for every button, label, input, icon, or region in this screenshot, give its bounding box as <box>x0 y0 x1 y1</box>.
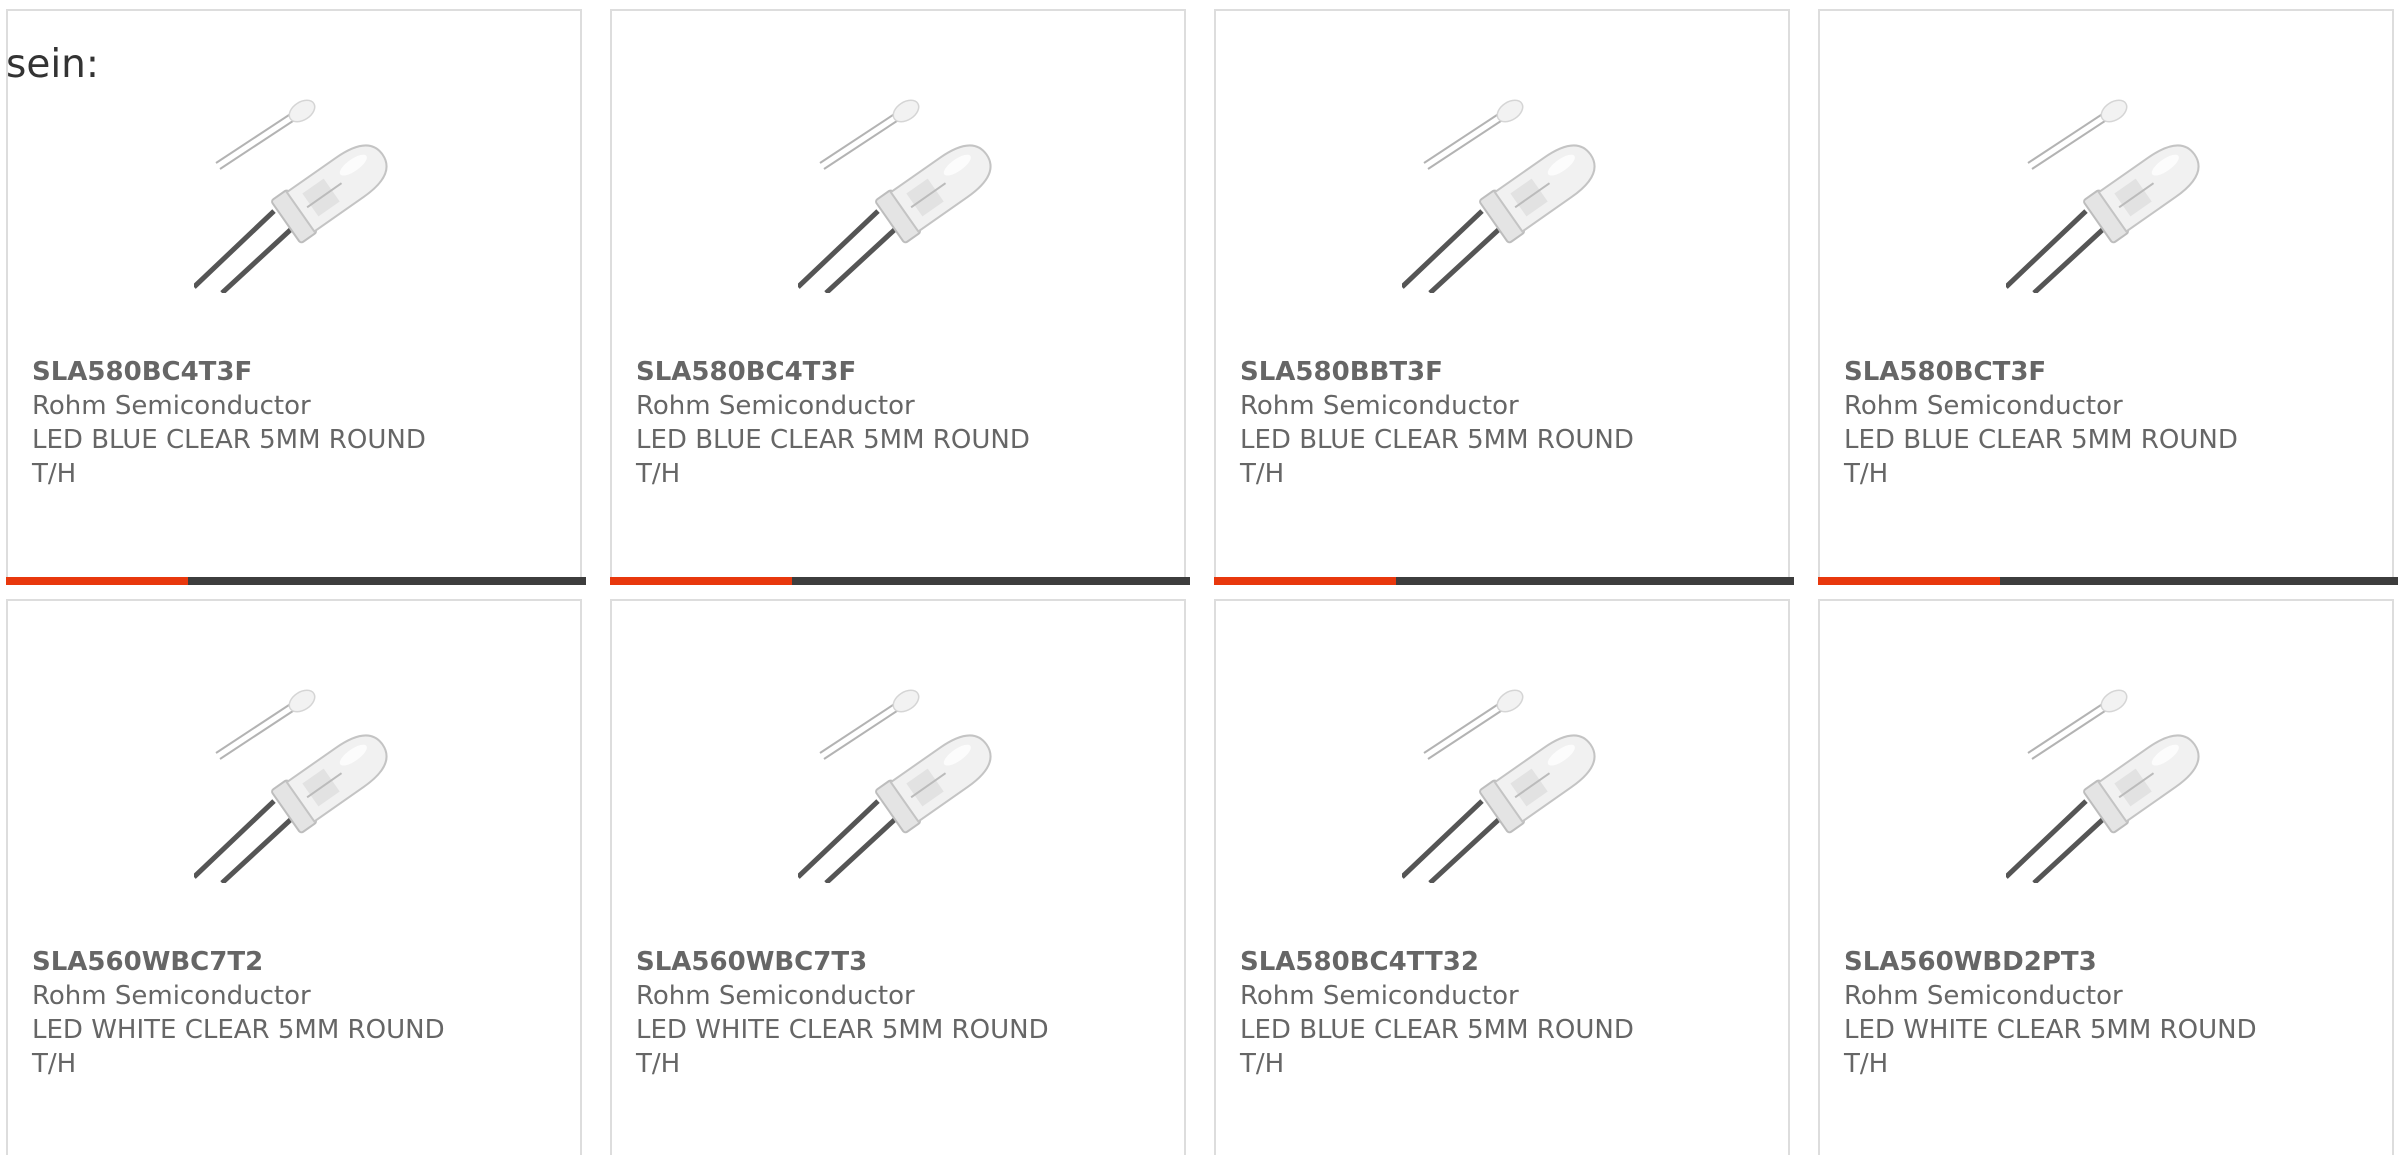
card-progress-bar <box>6 577 586 585</box>
part-number-link[interactable]: SLA560WBC7T2 <box>32 945 452 979</box>
card-progress-bar <box>1818 577 2398 585</box>
product-description: LED BLUE CLEAR 5MM ROUND T/H <box>1240 1015 1634 1079</box>
part-number-link[interactable]: SLA580BC4TT32 <box>1240 945 1660 979</box>
led-product-image[interactable] <box>2006 673 2216 883</box>
card-progress-accent <box>1214 577 1396 585</box>
card-progress-accent <box>610 577 792 585</box>
product-info: SLA560WBD2PT3 Rohm Semiconductor LED WHITE… <box>1844 945 2264 1081</box>
product-info: SLA580BCT3F Rohm Semiconductor LED BLUE CL… <box>1844 355 2264 491</box>
intro-text: sein: <box>6 42 100 87</box>
led-product-image[interactable] <box>798 83 1008 293</box>
product-description: LED WHITE CLEAR 5MM ROUND T/H <box>636 1015 1049 1079</box>
card-progress-accent <box>6 577 188 585</box>
card-progress-accent <box>1818 577 2000 585</box>
product-description: LED BLUE CLEAR 5MM ROUND T/H <box>636 425 1030 489</box>
led-product-image[interactable] <box>1402 673 1612 883</box>
product-card[interactable]: SLA580BC4T3F Rohm Semiconductor LED BLUE C… <box>610 9 1190 585</box>
part-number-link[interactable]: SLA560WBC7T3 <box>636 945 1056 979</box>
product-card[interactable]: SLA580BC4T3F Rohm Semiconductor LED BLUE C… <box>6 9 586 585</box>
product-description: LED BLUE CLEAR 5MM ROUND T/H <box>32 425 426 489</box>
led-product-image[interactable] <box>2006 83 2216 293</box>
part-number-link[interactable]: SLA580BC4T3F <box>32 355 452 389</box>
led-product-image[interactable] <box>194 83 404 293</box>
manufacturer-name: Rohm Semiconductor <box>1240 391 1519 421</box>
manufacturer-name: Rohm Semiconductor <box>32 981 311 1011</box>
product-description: LED BLUE CLEAR 5MM ROUND T/H <box>1240 425 1634 489</box>
led-product-image[interactable] <box>194 673 404 883</box>
manufacturer-name: Rohm Semiconductor <box>32 391 311 421</box>
product-grid-page: sein: SLA580BC4T3F Rohm Semiconductor LED … <box>0 0 2400 1155</box>
product-info: SLA580BBT3F Rohm Semiconductor LED BLUE CL… <box>1240 355 1660 491</box>
product-info: SLA560WBC7T2 Rohm Semiconductor LED WHITE … <box>32 945 452 1081</box>
part-number-link[interactable]: SLA580BCT3F <box>1844 355 2264 389</box>
product-info: SLA580BC4T3F Rohm Semiconductor LED BLUE C… <box>636 355 1056 491</box>
part-number-link[interactable]: SLA580BC4T3F <box>636 355 1056 389</box>
card-progress-bar <box>1214 577 1794 585</box>
product-description: LED WHITE CLEAR 5MM ROUND T/H <box>32 1015 445 1079</box>
manufacturer-name: Rohm Semiconductor <box>1844 391 2123 421</box>
manufacturer-name: Rohm Semiconductor <box>1240 981 1519 1011</box>
manufacturer-name: Rohm Semiconductor <box>1844 981 2123 1011</box>
product-info: SLA580BC4TT32 Rohm Semiconductor LED BLUE … <box>1240 945 1660 1081</box>
product-card[interactable]: SLA560WBD2PT3 Rohm Semiconductor LED WHITE… <box>1818 599 2394 1155</box>
card-progress-bar <box>610 577 1190 585</box>
product-card[interactable]: SLA580BCT3F Rohm Semiconductor LED BLUE CL… <box>1818 9 2398 585</box>
part-number-link[interactable]: SLA580BBT3F <box>1240 355 1660 389</box>
product-info: SLA560WBC7T3 Rohm Semiconductor LED WHITE … <box>636 945 1056 1081</box>
led-product-image[interactable] <box>1402 83 1612 293</box>
product-description: LED WHITE CLEAR 5MM ROUND T/H <box>1844 1015 2257 1079</box>
product-info: SLA580BC4T3F Rohm Semiconductor LED BLUE C… <box>32 355 452 491</box>
product-card[interactable]: SLA580BBT3F Rohm Semiconductor LED BLUE CL… <box>1214 9 1794 585</box>
product-card[interactable]: SLA560WBC7T3 Rohm Semiconductor LED WHITE … <box>610 599 1186 1155</box>
manufacturer-name: Rohm Semiconductor <box>636 981 915 1011</box>
product-card[interactable]: SLA560WBC7T2 Rohm Semiconductor LED WHITE … <box>6 599 582 1155</box>
led-product-image[interactable] <box>798 673 1008 883</box>
manufacturer-name: Rohm Semiconductor <box>636 391 915 421</box>
product-description: LED BLUE CLEAR 5MM ROUND T/H <box>1844 425 2238 489</box>
product-card[interactable]: SLA580BC4TT32 Rohm Semiconductor LED BLUE … <box>1214 599 1790 1155</box>
part-number-link[interactable]: SLA560WBD2PT3 <box>1844 945 2264 979</box>
